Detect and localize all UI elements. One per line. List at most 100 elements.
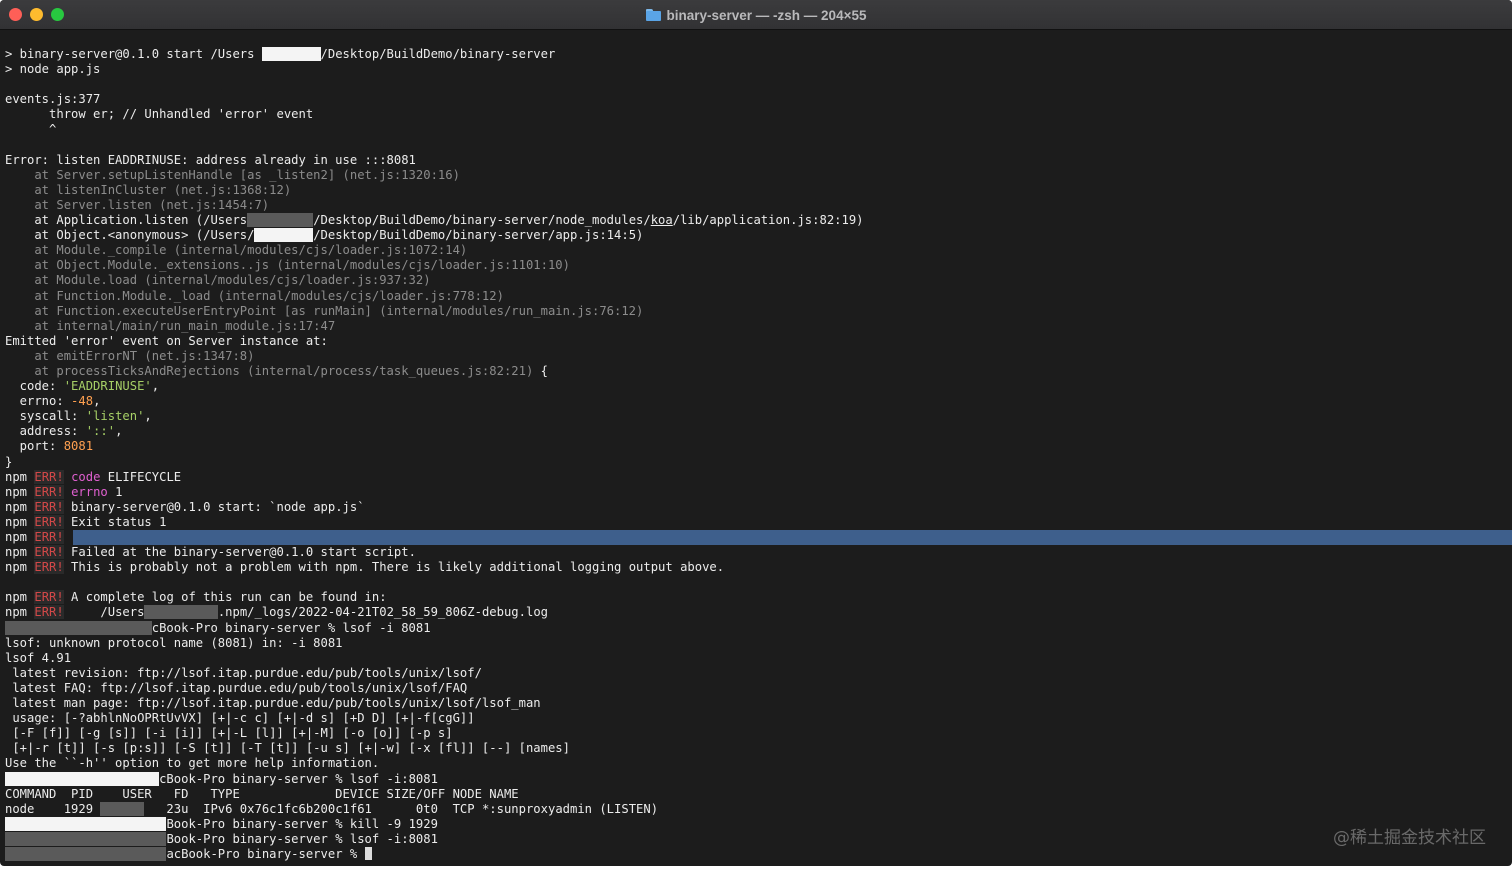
terminal-text: -48 xyxy=(71,394,94,409)
terminal-text: 1 xyxy=(107,484,123,499)
terminal-text: port: xyxy=(5,439,64,454)
terminal-text: at Object.<anonymous> (/Users/ xyxy=(5,228,255,243)
terminal-text: at Module.load (internal/modules/cjs/loa… xyxy=(5,273,431,288)
terminal-text: 23u IPv6 0x76c1fc6b200c1f61 0t0 TCP *:su… xyxy=(144,801,659,816)
terminal-line: at emitErrorNT (net.js:1347:8) xyxy=(5,349,1512,364)
terminal-text: npm xyxy=(5,469,35,484)
terminal-text: npm xyxy=(5,605,35,620)
terminal-text: lsof: unknown protocol name (8081) in: -… xyxy=(5,635,343,650)
redacted-text xyxy=(144,605,218,620)
terminal-text: npm xyxy=(5,590,35,605)
terminal-text: Error: listen EADDRINUSE: address alread… xyxy=(5,152,416,167)
terminal-text: latest revision: ftp://lsof.itap.purdue.… xyxy=(5,665,482,680)
title-bar[interactable]: binary-server — -zsh — 204×55 xyxy=(0,0,1512,30)
terminal-text: throw er; // Unhandled 'error' event xyxy=(5,107,314,122)
terminal-line: npm ERR! Exit status 1 xyxy=(5,514,1512,530)
npm-err-tag: ERR! xyxy=(34,469,64,484)
terminal-text: at Server.listen (net.js:1454:7) xyxy=(5,197,270,212)
terminal-text: A complete log of this run can be found … xyxy=(63,590,387,605)
terminal-text: [+|-r [t]] [-s [p:s]] [-S [t]] [-T [t]] … xyxy=(5,741,570,756)
terminal-line: [-F [f]] [-g [s]] [-i [i]] [+|-L [l]] [+… xyxy=(5,726,1512,741)
terminal-text: /Desktop/BuildDemo/binary-server/node_mo… xyxy=(313,213,651,228)
folder-icon xyxy=(645,9,661,21)
terminal-line: usage: [-?abhlnNoOPRtUvVX] [+|-c c] [+|-… xyxy=(5,711,1512,726)
terminal-text: code xyxy=(71,469,101,484)
terminal-text: COMMAND PID USER FD TYPE DEVICE SIZE/OFF… xyxy=(5,786,519,801)
terminal-line: Error: listen EADDRINUSE: address alread… xyxy=(5,153,1512,168)
redacted-text xyxy=(5,771,160,786)
terminal-text: cBook-Pro binary-server % lsof -i:8081 xyxy=(159,771,438,786)
terminal-line: [+|-r [t]] [-s [p:s]] [-S [t]] [-T [t]] … xyxy=(5,741,1512,756)
terminal-text: Book-Pro binary-server % kill -9 1929 xyxy=(166,816,438,831)
terminal-text: koa xyxy=(650,213,673,228)
terminal-line: events.js:377 xyxy=(5,92,1512,107)
terminal-line: acBook-Pro binary-server % xyxy=(5,846,1512,862)
terminal-text: , xyxy=(115,424,123,439)
npm-err-tag: ERR! xyxy=(34,605,64,620)
terminal-text: ELIFECYCLE xyxy=(100,469,182,484)
terminal-text: lsof 4.91 xyxy=(5,650,72,665)
redacted-text xyxy=(5,831,167,846)
terminal-text: , xyxy=(93,394,101,409)
terminal-text: .npm/_logs/2022-04-21T02_58_59_806Z-debu… xyxy=(217,605,548,620)
npm-err-tag: ERR! xyxy=(34,514,64,529)
terminal-line: lsof 4.91 xyxy=(5,651,1512,666)
terminal-line: npm ERR! A complete log of this run can … xyxy=(5,590,1512,605)
terminal-text: 'listen' xyxy=(85,409,145,424)
terminal-text: Book-Pro binary-server % lsof -i:8081 xyxy=(166,831,438,846)
terminal-text: binary-server@0.1.0 start: `node app.js` xyxy=(63,499,365,514)
terminal-text: at Object.Module._extensions..js (intern… xyxy=(5,258,570,273)
npm-err-tag: ERR! xyxy=(34,530,64,544)
terminal-line: at Application.listen (/Users /Desktop/B… xyxy=(5,213,1512,228)
terminal-text: acBook-Pro binary-server % xyxy=(166,846,365,861)
terminal-line: Book-Pro binary-server % lsof -i:8081 xyxy=(5,831,1512,847)
terminal-text: errno: xyxy=(5,394,72,409)
terminal-text: { xyxy=(533,363,548,378)
redacted-text xyxy=(5,620,152,635)
redacted-text xyxy=(100,801,145,816)
terminal-line: at Object.<anonymous> (/Users/ /Desktop/… xyxy=(5,228,1512,243)
npm-err-tag: ERR! xyxy=(34,499,64,514)
terminal-line: COMMAND PID USER FD TYPE DEVICE SIZE/OFF… xyxy=(5,787,1512,802)
terminal-line: at Server.setupListenHandle [as _listen2… xyxy=(5,168,1512,183)
terminal-line: at processTicksAndRejections (internal/p… xyxy=(5,364,1512,379)
selection-highlight xyxy=(73,530,1512,546)
terminal-line: latest man page: ftp://lsof.itap.purdue.… xyxy=(5,696,1512,711)
terminal-text: /lib/application.js:82:19) xyxy=(672,213,864,228)
terminal-line: at Function.executeUserEntryPoint [as ru… xyxy=(5,304,1512,319)
redacted-text xyxy=(5,846,167,861)
terminal-text: ^ xyxy=(5,122,57,137)
terminal-line: errno: -48, xyxy=(5,394,1512,409)
terminal-text: npm xyxy=(5,484,35,499)
terminal-line: npm ERR! errno 1 xyxy=(5,484,1512,500)
terminal-text: at Function.executeUserEntryPoint [as ru… xyxy=(5,303,644,318)
terminal-line: latest FAQ: ftp://lsof.itap.purdue.edu/p… xyxy=(5,681,1512,696)
terminal-line: } xyxy=(5,455,1512,470)
terminal-text: at Function.Module._load (internal/modul… xyxy=(5,288,504,303)
terminal-text: cBook-Pro binary-server % lsof -i 8081 xyxy=(151,620,431,635)
terminal-text: npm xyxy=(5,514,35,529)
terminal-line: syscall: 'listen', xyxy=(5,409,1512,424)
terminal-line: at listenInCluster (net.js:1368:12) xyxy=(5,183,1512,198)
terminal-text: > binary-server@0.1.0 start /Users xyxy=(5,47,262,61)
terminal-output[interactable]: > binary-server@0.1.0 start /Users /Desk… xyxy=(5,47,1512,862)
terminal-text: 8081 xyxy=(63,439,94,454)
watermark: @稀土掘金技术社区 xyxy=(1333,828,1486,848)
terminal-line: lsof: unknown protocol name (8081) in: -… xyxy=(5,636,1512,651)
terminal-line: latest revision: ftp://lsof.itap.purdue.… xyxy=(5,666,1512,681)
redacted-text xyxy=(254,228,314,243)
terminal-line: npm ERR! This is probably not a problem … xyxy=(5,560,1512,575)
terminal-line: npm ERR! xyxy=(5,530,1512,546)
redacted-text xyxy=(247,213,314,228)
terminal-text: } xyxy=(5,454,13,469)
terminal-line: Book-Pro binary-server % kill -9 1929 xyxy=(5,816,1512,832)
terminal-text: at listenInCluster (net.js:1368:12) xyxy=(5,182,292,197)
terminal-text: usage: [-?abhlnNoOPRtUvVX] [+|-c c] [+|-… xyxy=(5,711,475,726)
terminal-line: npm ERR! Failed at the binary-server@0.1… xyxy=(5,545,1512,560)
terminal-line: at Server.listen (net.js:1454:7) xyxy=(5,198,1512,213)
terminal-line: at internal/main/run_main_module.js:17:4… xyxy=(5,319,1512,334)
terminal-text: at Application.listen (/Users xyxy=(5,213,248,228)
terminal-text: at processTicksAndRejections (internal/p… xyxy=(5,363,534,378)
npm-err-tag: ERR! xyxy=(34,590,64,605)
